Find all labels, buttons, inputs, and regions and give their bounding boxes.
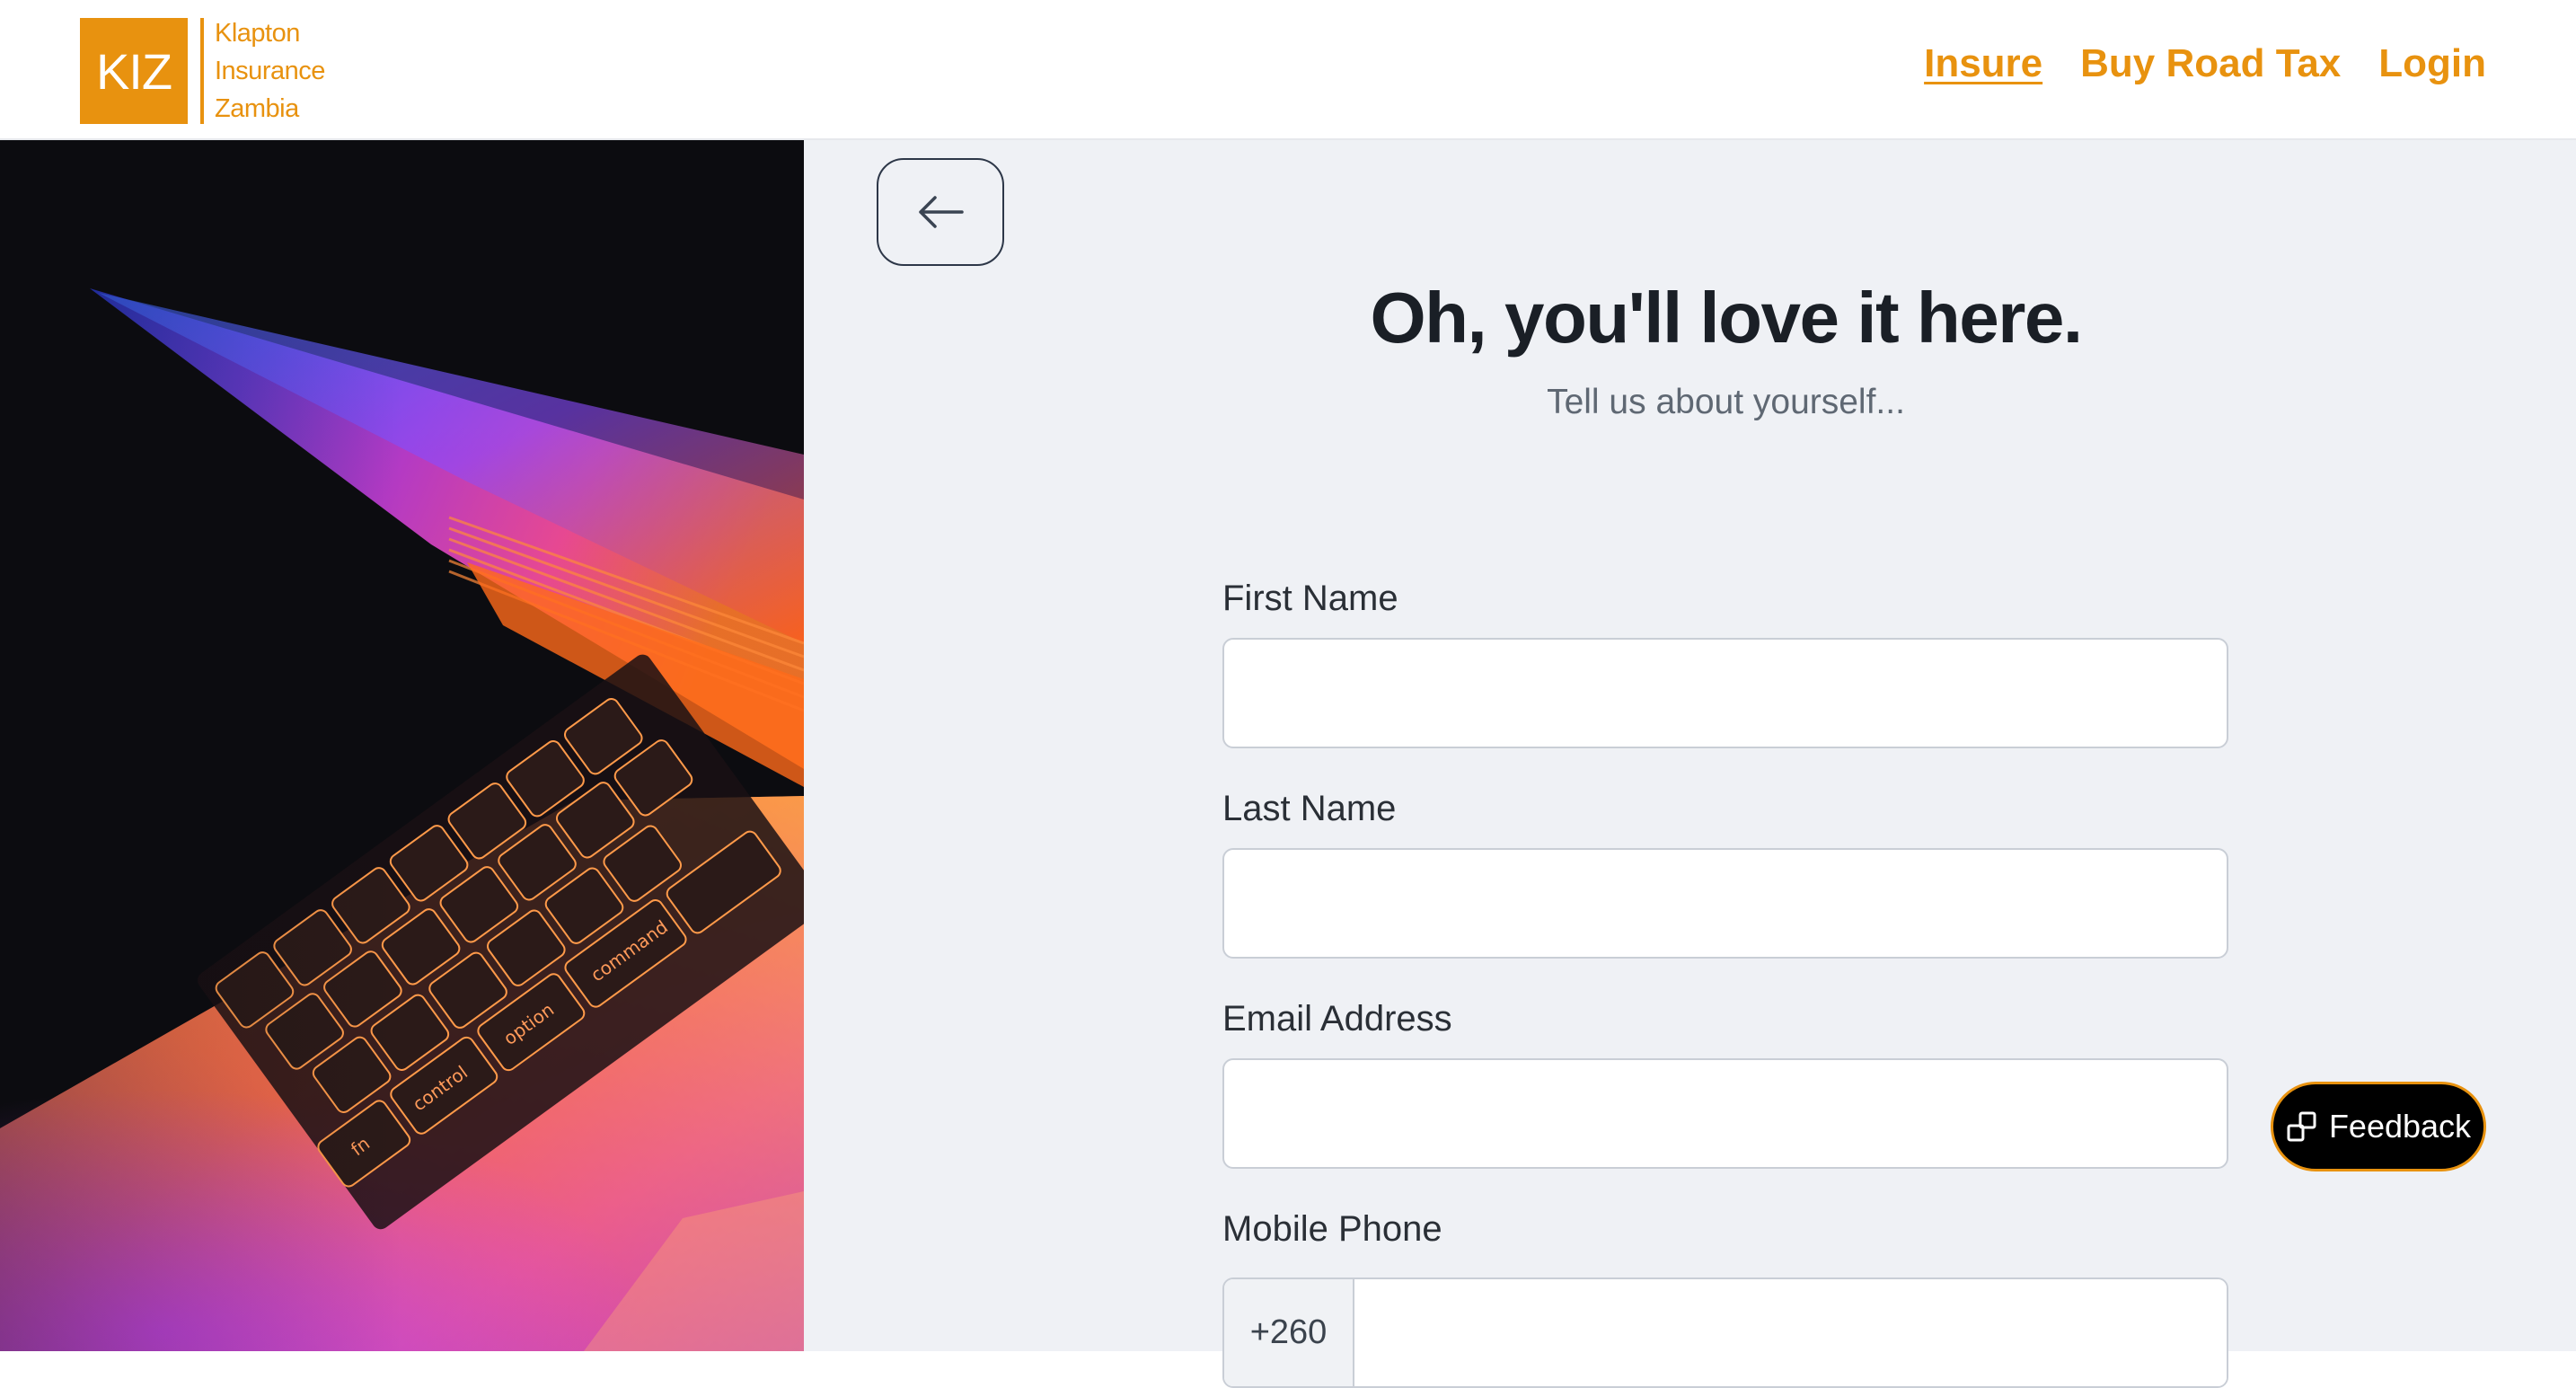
arrow-left-icon bbox=[919, 196, 964, 228]
email-input[interactable] bbox=[1222, 1058, 2228, 1169]
laptop-illustration: fn control option command bbox=[0, 140, 804, 1351]
nav-login-link[interactable]: Login bbox=[2378, 41, 2486, 86]
mobile-phone-input[interactable] bbox=[1354, 1279, 2227, 1386]
nav-buy-road-tax-link[interactable]: Buy Road Tax bbox=[2080, 41, 2341, 86]
page-title: Oh, you'll love it here. bbox=[1370, 278, 2083, 358]
mobile-phone-field: +260 bbox=[1222, 1277, 2228, 1388]
top-header: KIZ Klapton Insurance Zambia Insure Buy … bbox=[0, 0, 2576, 140]
mobile-phone-label: Mobile Phone bbox=[1222, 1209, 1442, 1249]
logo-line-1: Klapton bbox=[215, 19, 300, 48]
feedback-button[interactable]: Feedback bbox=[2271, 1082, 2486, 1171]
logo-line-2: Insurance bbox=[215, 57, 325, 85]
first-name-input[interactable] bbox=[1222, 638, 2228, 748]
feedback-icon bbox=[2287, 1111, 2316, 1142]
brand-logo[interactable]: KIZ Klapton Insurance Zambia bbox=[80, 14, 325, 128]
page-subtitle: Tell us about yourself... bbox=[1547, 383, 1905, 421]
logo-divider bbox=[200, 18, 204, 124]
hero-laptop-image: fn control option command bbox=[0, 140, 804, 1351]
last-name-input[interactable] bbox=[1222, 848, 2228, 959]
main-nav: Insure Buy Road Tax Login bbox=[1924, 41, 2486, 86]
back-button[interactable] bbox=[877, 158, 1004, 266]
feedback-label: Feedback bbox=[2328, 1108, 2472, 1145]
nav-insure-link[interactable]: Insure bbox=[1924, 41, 2042, 86]
first-name-label: First Name bbox=[1222, 579, 1398, 618]
logo-mark: KIZ bbox=[80, 18, 188, 124]
country-code-prefix: +260 bbox=[1224, 1279, 1354, 1386]
logo-wordmark: Klapton Insurance Zambia bbox=[215, 14, 325, 128]
email-label: Email Address bbox=[1222, 999, 1452, 1039]
last-name-label: Last Name bbox=[1222, 789, 1397, 828]
logo-line-3: Zambia bbox=[215, 94, 299, 123]
